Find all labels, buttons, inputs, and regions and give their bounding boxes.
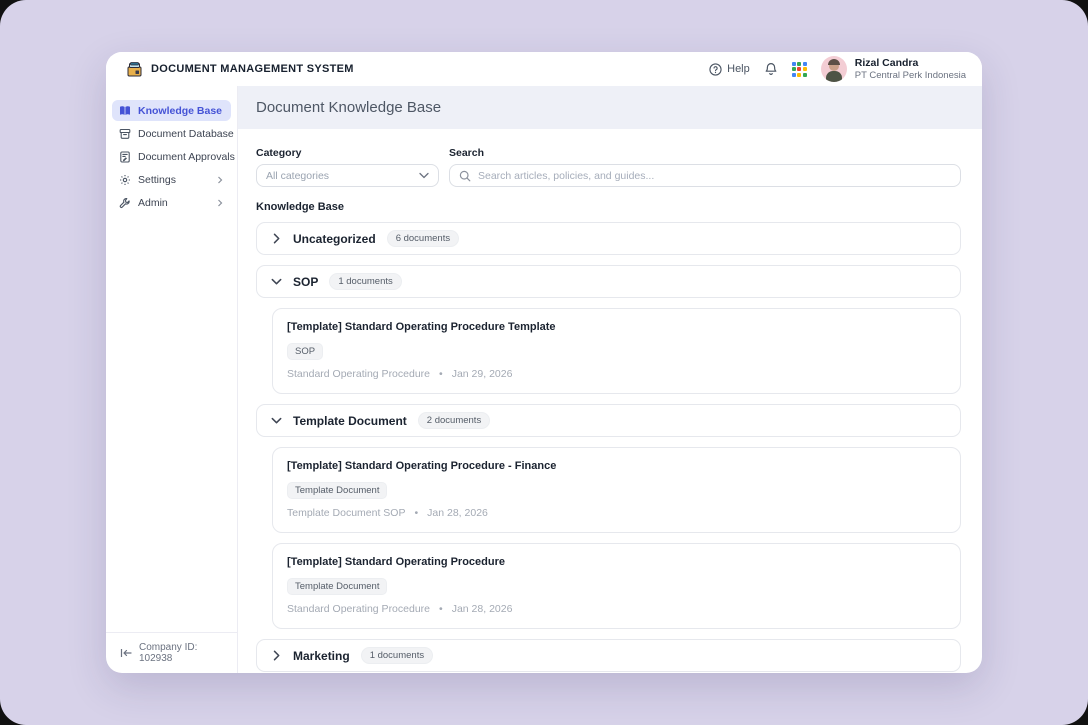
wrench-icon — [119, 197, 131, 209]
section-name: Template Document — [293, 414, 407, 428]
section-row-uncategorized[interactable]: Uncategorized 6 documents — [256, 222, 961, 255]
avatar — [821, 56, 847, 82]
search-input[interactable] — [478, 170, 951, 182]
user-company: PT Central Perk Indonesia — [855, 70, 966, 82]
section-docs: [Template] Standard Operating Procedure … — [272, 447, 961, 629]
document-meta: Standard Operating Procedure • Jan 29, 2… — [287, 368, 946, 380]
category-field: Category All categories — [256, 147, 439, 187]
document-card[interactable]: [Template] Standard Operating Procedure … — [272, 543, 961, 629]
knowledge-base-heading: Knowledge Base — [256, 201, 961, 213]
chevron-down-icon — [271, 415, 282, 426]
sidebar-nav: Knowledge Base Document Database — [112, 100, 231, 213]
document-meta: Standard Operating Procedure • Jan 28, 2… — [287, 603, 946, 615]
document-date: Jan 28, 2026 — [452, 603, 513, 615]
document-category: Standard Operating Procedure — [287, 603, 430, 615]
brand: DOCUMENT MANAGEMENT SYSTEM — [126, 61, 354, 78]
main-content: Document Knowledge Base Category All cat… — [238, 86, 982, 673]
collapse-sidebar-icon — [120, 648, 132, 658]
sidebar-item-knowledge-base[interactable]: Knowledge Base — [112, 100, 231, 121]
section-count-badge: 1 documents — [329, 273, 401, 290]
page-header: Document Knowledge Base — [238, 86, 982, 129]
sidebar: Knowledge Base Document Database — [106, 86, 238, 673]
help-button[interactable]: Help — [709, 63, 750, 76]
section-name: Marketing — [293, 649, 350, 663]
chevron-right-icon — [216, 176, 224, 184]
sidebar-item-settings[interactable]: Settings — [112, 169, 231, 190]
meta-separator: • — [439, 603, 443, 615]
chevron-right-icon — [216, 199, 224, 207]
document-signature-icon — [119, 151, 131, 163]
document-date: Jan 29, 2026 — [452, 368, 513, 380]
help-label: Help — [727, 63, 750, 75]
sidebar-item-label: Document Database — [138, 128, 234, 140]
company-id-label: Company ID: 102938 — [139, 642, 223, 664]
document-category: Standard Operating Procedure — [287, 368, 430, 380]
meta-separator: • — [439, 368, 443, 380]
sidebar-footer[interactable]: Company ID: 102938 — [106, 632, 237, 673]
chevron-right-icon — [271, 233, 282, 244]
sidebar-item-label: Admin — [138, 197, 209, 209]
sidebar-item-document-approvals[interactable]: Document Approvals — [112, 146, 231, 167]
document-card[interactable]: [Template] Standard Operating Procedure … — [272, 308, 961, 394]
sidebar-item-label: Settings — [138, 174, 209, 186]
chevron-down-icon — [419, 172, 429, 179]
sidebar-item-document-database[interactable]: Document Database — [112, 123, 231, 144]
archive-icon — [119, 128, 131, 140]
section-row-marketing[interactable]: Marketing 1 documents — [256, 639, 961, 672]
section-count-badge: 6 documents — [387, 230, 459, 247]
user-name: Rizal Candra — [855, 57, 966, 70]
section-name: Uncategorized — [293, 232, 376, 246]
section-name: SOP — [293, 275, 318, 289]
page-title: Document Knowledge Base — [256, 99, 441, 116]
document-tag: Template Document — [287, 482, 387, 499]
document-tag: Template Document — [287, 578, 387, 595]
category-label: Category — [256, 147, 439, 159]
document-category: Template Document SOP — [287, 507, 405, 519]
user-menu[interactable]: Rizal Candra PT Central Perk Indonesia — [821, 56, 966, 82]
apps-grid-button[interactable] — [792, 62, 807, 77]
sidebar-item-label: Knowledge Base — [138, 105, 224, 117]
category-selected-value: All categories — [266, 170, 329, 182]
document-card[interactable]: [Template] Standard Operating Procedure … — [272, 447, 961, 533]
document-title: [Template] Standard Operating Procedure … — [287, 460, 946, 472]
gear-icon — [119, 174, 131, 186]
apps-grid-icon — [792, 62, 807, 77]
book-icon — [119, 105, 131, 117]
content-area: Category All categories Search — [238, 129, 982, 673]
section-docs: [Template] Standard Operating Procedure … — [272, 308, 961, 394]
app-window: DOCUMENT MANAGEMENT SYSTEM Help — [106, 52, 982, 673]
section-row-template-document[interactable]: Template Document 2 documents — [256, 404, 961, 437]
chevron-right-icon — [271, 650, 282, 661]
document-date: Jan 28, 2026 — [427, 507, 488, 519]
document-tag: SOP — [287, 343, 323, 360]
search-box — [449, 164, 961, 187]
search-label: Search — [449, 147, 961, 159]
sidebar-item-admin[interactable]: Admin — [112, 192, 231, 213]
top-actions: Help — [709, 56, 966, 82]
bell-icon — [764, 62, 778, 76]
search-field: Search — [449, 147, 961, 187]
app-title: DOCUMENT MANAGEMENT SYSTEM — [151, 63, 354, 75]
chevron-down-icon — [271, 276, 282, 287]
section-count-badge: 1 documents — [361, 647, 433, 664]
filters-row: Category All categories Search — [256, 147, 961, 187]
meta-separator: • — [414, 507, 418, 519]
document-title: [Template] Standard Operating Procedure … — [287, 321, 946, 333]
card-file-box-logo-icon — [126, 61, 143, 78]
desktop-background: DOCUMENT MANAGEMENT SYSTEM Help — [0, 0, 1088, 725]
category-select[interactable]: All categories — [256, 164, 439, 187]
notifications-button[interactable] — [764, 62, 778, 76]
top-bar: DOCUMENT MANAGEMENT SYSTEM Help — [106, 52, 982, 86]
document-title: [Template] Standard Operating Procedure — [287, 556, 946, 568]
search-icon — [459, 170, 471, 182]
section-count-badge: 2 documents — [418, 412, 490, 429]
help-question-icon — [709, 63, 722, 76]
document-meta: Template Document SOP • Jan 28, 2026 — [287, 507, 946, 519]
sidebar-item-label: Document Approvals — [138, 151, 235, 163]
section-row-sop[interactable]: SOP 1 documents — [256, 265, 961, 298]
